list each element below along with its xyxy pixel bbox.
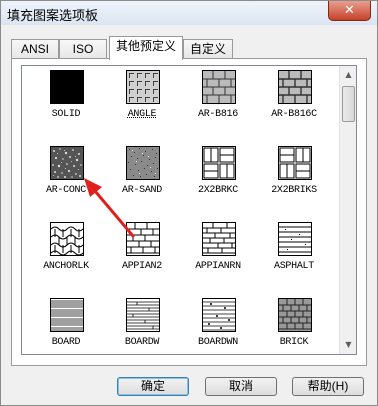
sand-pattern-icon xyxy=(126,146,160,180)
pattern-label: AR-SAND xyxy=(122,185,162,196)
brick-pattern-icon xyxy=(278,298,312,332)
board-pattern-icon xyxy=(50,298,84,332)
pattern-label: APPIANRN xyxy=(195,261,241,272)
pattern-label: BOARDW xyxy=(124,337,160,348)
window-title: 填充图案选项板 xyxy=(7,8,99,23)
pattern-label: BOARDWN xyxy=(198,337,238,348)
pattern-item-brick[interactable]: BRICK xyxy=(256,294,332,354)
pattern-label: 2X2BRKC xyxy=(198,185,238,196)
boardwn-pattern-icon xyxy=(202,298,236,332)
pattern-item-board[interactable]: BOARD xyxy=(28,294,104,354)
angle-pattern-icon xyxy=(126,70,160,104)
pattern-item-appianrn[interactable]: APPIANRN xyxy=(180,218,256,278)
pattern-item-ar-b816[interactable]: AR-B816 xyxy=(180,66,256,126)
pattern-list[interactable]: SOLID ANGLE AR-B816 AR-B816C AR-CONC AR-… xyxy=(21,65,357,355)
pattern-label: APPIAN2 xyxy=(122,261,162,272)
pattern-item-anchorlk[interactable]: ANCHORLK xyxy=(28,218,104,278)
pattern-label: AR-CONC xyxy=(46,185,86,196)
pattern-item-2x2briks[interactable]: 2X2BRIKS xyxy=(256,142,332,202)
tab-iso[interactable]: ISO xyxy=(59,39,107,59)
help-button[interactable]: 帮助(H) xyxy=(292,377,364,396)
close-button[interactable]: ✕ xyxy=(328,1,371,21)
pattern-label: 2X2BRIKS xyxy=(271,185,317,196)
pattern-label: AR-B816 xyxy=(198,109,238,120)
anchorlock-pattern-icon xyxy=(50,222,84,256)
pattern-label: ANGLE xyxy=(127,109,157,120)
tab-other-predefined[interactable]: 其他预定义 xyxy=(109,36,183,60)
pattern-label: AR-B816C xyxy=(271,109,317,120)
asphalt-pattern-icon xyxy=(278,222,312,256)
pattern-item-boardwn[interactable]: BOARDWN xyxy=(180,294,256,354)
pattern-item-solid[interactable]: SOLID xyxy=(28,66,104,126)
appian-pattern-icon xyxy=(202,222,236,256)
pattern-label: ANCHORLK xyxy=(43,261,89,272)
scroll-up-arrow-icon[interactable]: ▲ xyxy=(341,67,356,83)
scroll-thumb[interactable] xyxy=(342,86,355,122)
concrete-pattern-icon xyxy=(50,146,84,180)
brick-pattern-icon xyxy=(278,70,312,104)
pattern-item-asphalt[interactable]: ASPHALT xyxy=(256,218,332,278)
scroll-down-arrow-icon[interactable]: ▼ xyxy=(341,337,356,353)
pattern-label: ASPHALT xyxy=(274,261,314,272)
ok-button[interactable]: 确定 xyxy=(117,377,189,396)
pattern-item-ar-sand[interactable]: AR-SAND xyxy=(104,142,180,202)
basketweave-pattern-icon xyxy=(278,146,312,180)
tab-custom[interactable]: 自定义 xyxy=(183,39,233,59)
appian-brick-pattern-icon xyxy=(126,222,160,256)
solid-pattern-icon xyxy=(50,70,84,104)
pattern-label: BOARD xyxy=(51,337,81,348)
pattern-item-ar-conc[interactable]: AR-CONC xyxy=(28,142,104,202)
title-bar[interactable]: 填充图案选项板 ✕ xyxy=(1,1,377,25)
pattern-item-ar-b816c[interactable]: AR-B816C xyxy=(256,66,332,126)
basketweave-pattern-icon xyxy=(202,146,236,180)
pattern-item-2x2brkc[interactable]: 2X2BRKC xyxy=(180,142,256,202)
vertical-scrollbar[interactable]: ▲ ▼ xyxy=(339,66,356,354)
pattern-item-boardw[interactable]: BOARDW xyxy=(104,294,180,354)
board-pattern-icon xyxy=(126,298,160,332)
hatch-pattern-palette-dialog: 填充图案选项板 ✕ ANSI ISO 其他预定义 自定义 SOLID ANGLE… xyxy=(0,0,378,406)
pattern-item-appian2[interactable]: APPIAN2 xyxy=(104,218,180,278)
cancel-button[interactable]: 取消 xyxy=(205,377,277,396)
tab-ansi[interactable]: ANSI xyxy=(11,39,59,59)
pattern-label: SOLID xyxy=(51,109,81,120)
brick-pattern-icon xyxy=(202,70,236,104)
pattern-item-angle[interactable]: ANGLE xyxy=(104,66,180,126)
pattern-label: BRICK xyxy=(279,337,309,348)
